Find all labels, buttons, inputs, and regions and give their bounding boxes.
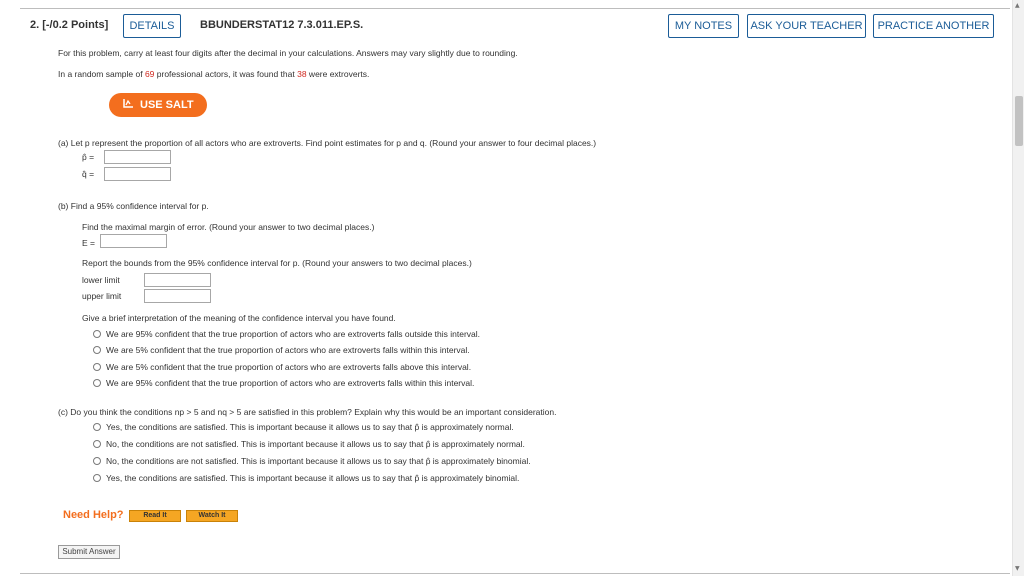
p-hat-label: p̂ = [82,152,95,162]
ask-teacher-button[interactable]: ASK YOUR TEACHER [747,14,866,38]
interp-option-label: We are 5% confident that the true propor… [106,362,472,372]
question-number: 2. [-/0.2 Points] [30,19,109,31]
practice-another-button[interactable]: PRACTICE ANOTHER [873,14,994,38]
margin-of-error-input[interactable] [100,234,167,248]
extrovert-count: 38 [297,69,307,79]
submit-answer-button[interactable]: Submit Answer [58,545,120,559]
conditions-option-radio[interactable] [93,423,101,431]
interp-option-label: We are 95% confident that the true propo… [106,329,481,339]
use-salt-button[interactable]: USE SALT [109,93,207,117]
conditions-option-radio[interactable] [93,440,101,448]
conditions-option-label: No, the conditions are not satisfied. Th… [106,456,531,466]
interp-option-label: We are 5% confident that the true propor… [106,345,470,355]
lower-limit-label: lower limit [82,275,120,285]
part-c-prompt: (c) Do you think the conditions np > 5 a… [58,407,557,417]
scrollbar-thumb[interactable] [1015,96,1023,146]
sample-size: 69 [144,69,155,79]
lower-limit-input[interactable] [144,273,211,287]
part-b-prompt: (b) Find a 95% confidence interval for p… [58,201,209,211]
part-a-prompt: (a) Let p represent the proportion of al… [58,138,597,148]
conditions-option-label: Yes, the conditions are satisfied. This … [106,422,514,432]
details-button[interactable]: DETAILS [123,14,181,38]
upper-limit-label: upper limit [82,291,122,301]
problem-code: BBUNDERSTAT12 7.3.011.EP.S. [200,19,364,31]
conditions-option-label: No, the conditions are not satisfied. Th… [106,439,525,449]
q-hat-input[interactable] [104,167,171,181]
conditions-option-radio[interactable] [93,457,101,465]
conditions-option-label: Yes, the conditions are satisfied. This … [106,473,520,483]
margin-prompt: Find the maximal margin of error. (Round… [82,222,375,232]
scroll-up-icon[interactable]: ▲ [1015,2,1020,9]
question-header: 2. [-/0.2 Points] DETAILS BBUNDERSTAT12 … [22,11,998,41]
scroll-down-icon[interactable]: ▼ [1015,565,1020,572]
interp-option-radio[interactable] [93,363,101,371]
e-label: E = [82,238,95,248]
conditions-option-radio[interactable] [93,474,101,482]
read-it-button[interactable]: Read It [129,510,181,522]
my-notes-button[interactable]: MY NOTES [668,14,739,38]
p-hat-input[interactable] [104,150,171,164]
interp-option-radio[interactable] [93,346,101,354]
need-help-label: Need Help? [63,509,124,521]
problem-statement: In a random sample of 69 professional ac… [58,69,370,79]
vertical-scrollbar[interactable]: ▲ ▼ [1012,0,1024,576]
interp-option-label: We are 95% confident that the true propo… [106,378,475,388]
interp-option-radio[interactable] [93,330,101,338]
salt-chart-icon [123,93,134,117]
q-hat-label: q̂ = [82,169,95,179]
interpretation-prompt: Give a brief interpretation of the meani… [82,313,396,323]
bottom-border [20,573,1010,574]
watch-it-button[interactable]: Watch It [186,510,238,522]
rounding-instruction: For this problem, carry at least four di… [58,48,518,58]
upper-limit-input[interactable] [144,289,211,303]
top-border [20,8,1010,9]
bounds-prompt: Report the bounds from the 95% confidenc… [82,258,472,268]
interp-option-radio[interactable] [93,379,101,387]
